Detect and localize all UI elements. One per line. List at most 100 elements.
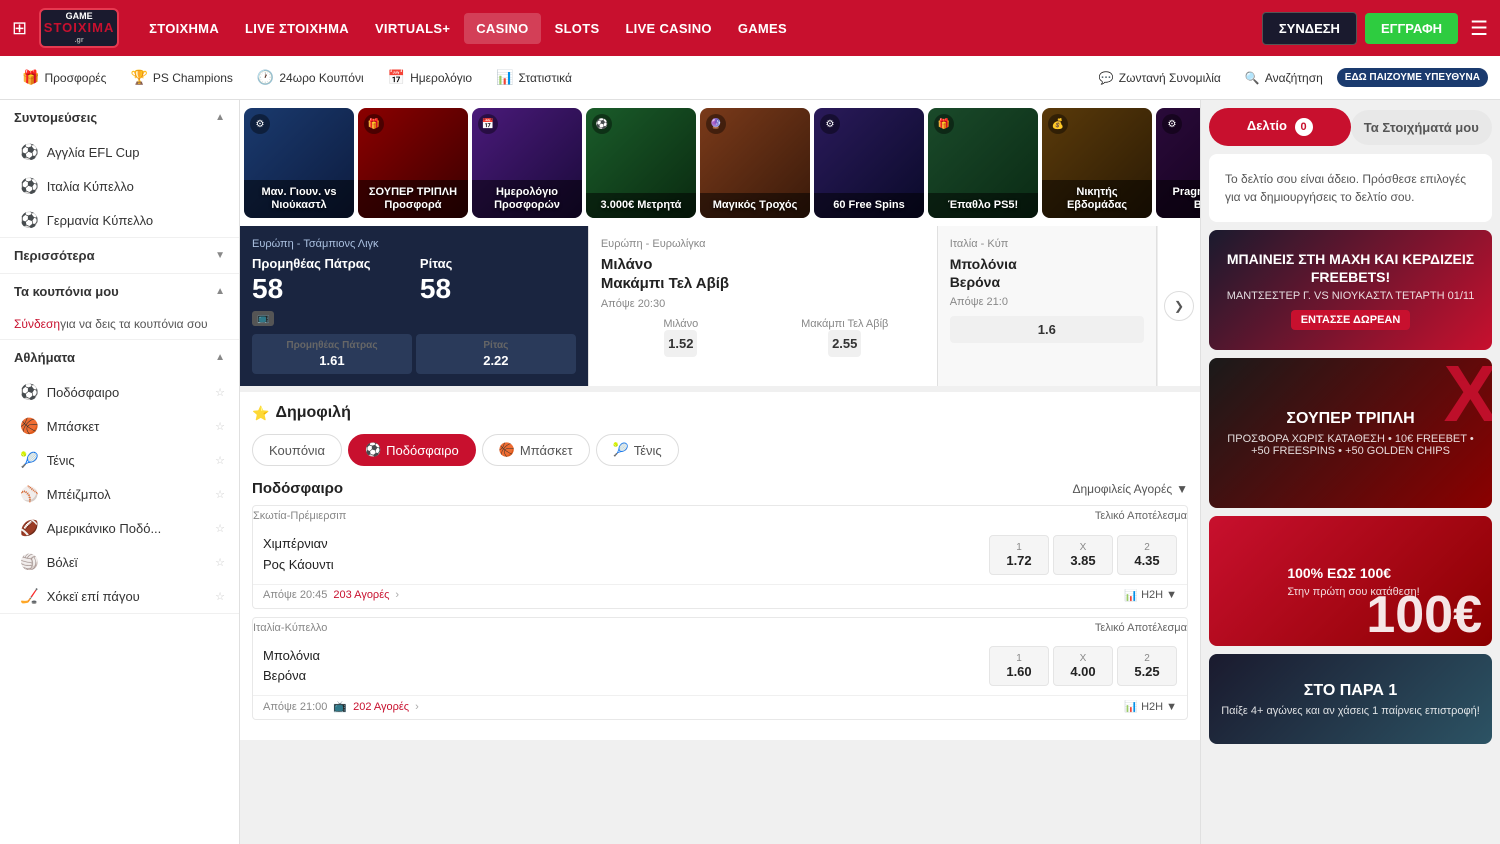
tab-football[interactable]: ⚽ Ποδόσφαιρο	[348, 434, 476, 466]
match2-odd1-button[interactable]: 1.52	[664, 330, 697, 357]
nav-virtuals[interactable]: VIRTUALS+	[363, 13, 462, 44]
tab-football-label: Ποδόσφαιρο	[386, 443, 459, 458]
sports-header[interactable]: Αθλήματα ▲	[0, 340, 239, 375]
promo-100-text: 100% ΕΩΣ 100€ Στην πρώτη σου κατάθεση!	[1271, 554, 1429, 608]
carousel-icon-6: 🎁	[934, 114, 954, 134]
sport-volleyball[interactable]: 🏐 Βόλεϊ ☆	[0, 545, 239, 579]
star-icon-1[interactable]: ☆	[215, 420, 225, 433]
h2h-button-1[interactable]: 📊 H2H ▼	[1124, 589, 1177, 602]
shortcut-efl-cup[interactable]: ⚽ Αγγλία EFL Cup	[0, 135, 239, 169]
carousel-item-ps5[interactable]: 🎁 Έπαθλο PS5!	[928, 108, 1038, 218]
promo-para1[interactable]: ΣΤΟ ΠΑΡΑ 1 Παίξε 4+ αγώνες και αν χάσεις…	[1209, 654, 1492, 744]
tab-coupons[interactable]: Κουπόνια	[252, 434, 342, 466]
nav-live-stoixima[interactable]: LIVE ΣΤΟΙΧΗΜΑ	[233, 13, 361, 44]
popular-markets-button[interactable]: Δημοφιλείς Αγορές ▼	[1072, 482, 1188, 496]
star-icon-3[interactable]: ☆	[215, 488, 225, 501]
shortcuts-section: Συντομεύσεις ▲ ⚽ Αγγλία EFL Cup ⚽ Ιταλία…	[0, 100, 239, 238]
promo-ps-title: ΜΠΑΙΝΕΙΣ ΣΤΗ ΜΑΧΗ ΚΑΙ ΚΕΡΔΙΖΕΙΣ FREEBETS…	[1219, 250, 1482, 286]
arrow-markets-2[interactable]: ›	[415, 701, 419, 713]
live-chat-button[interactable]: 💬 Ζωντανή Συνομιλία	[1089, 65, 1231, 91]
nav-statistics[interactable]: 📊 Στατιστικά	[486, 63, 582, 92]
match3-odd1-button[interactable]: 1.6	[950, 316, 1144, 343]
american-football-icon: 🏈	[20, 519, 39, 537]
promo-100-subtitle: Στην πρώτη σου κατάθεση!	[1287, 586, 1419, 598]
tab-tennis-label: Τένις	[634, 443, 662, 458]
betslip-tab-active[interactable]: Δελτίο 0	[1209, 108, 1351, 146]
promo-ps-champions[interactable]: ΜΠΑΙΝΕΙΣ ΣΤΗ ΜΑΧΗ ΚΑΙ ΚΕΡΔΙΖΕΙΣ FREEBETS…	[1209, 230, 1492, 350]
sport-baseball[interactable]: ⚾ Μπέιζμπολ ☆	[0, 477, 239, 511]
tab-basketball[interactable]: 🏀 Μπάσκετ	[482, 434, 590, 466]
sport-basketball[interactable]: 🏀 Μπάσκετ ☆	[0, 409, 239, 443]
shortcut-germany-cup[interactable]: ⚽ Γερμανία Κύπελλο	[0, 203, 239, 237]
carousel-item-offer-calendar[interactable]: 📅 Ημερολόγιο Προσφορών	[472, 108, 582, 218]
sport-ice-hockey[interactable]: 🏒 Χόκεϊ επί πάγου ☆	[0, 579, 239, 613]
match2-odd2-button[interactable]: 2.55	[828, 330, 861, 357]
odd-1-3[interactable]: 2 4.35	[1117, 535, 1177, 575]
nav-ps-champions[interactable]: 🏆 PS Champions	[120, 63, 242, 92]
promo-triple-title: ΣΟΥΠΕΡ ΤΡΙΠΛΗ	[1219, 409, 1482, 430]
more-header[interactable]: Περισσότερα ▼	[0, 238, 239, 273]
promo-super-triple[interactable]: X ΣΟΥΠΕΡ ΤΡΙΠΛΗ ΠΡΟΣΦΟΡΑ ΧΩΡΙΣ ΚΑΤΑΘΕΣΗ …	[1209, 358, 1492, 508]
shortcuts-header[interactable]: Συντομεύσεις ▲	[0, 100, 239, 135]
hamburger-icon[interactable]: ☰	[1470, 16, 1488, 41]
coupons-header[interactable]: Τα κουπόνια μου ▲	[0, 274, 239, 309]
match-team2-1: Ρος Κάουντι	[263, 555, 981, 576]
grid-icon[interactable]: ⊞	[12, 18, 27, 39]
sport-football[interactable]: ⚽ Ποδόσφαιρο ☆	[0, 375, 239, 409]
shortcut-italy-cup[interactable]: ⚽ Ιταλία Κύπελλο	[0, 169, 239, 203]
carousel-item-pragmatic[interactable]: ⚙ Pragmatic Buy Bonus	[1156, 108, 1200, 218]
h2h-button-2[interactable]: 📊 H2H ▼	[1124, 700, 1177, 713]
nav-slots[interactable]: SLOTS	[543, 13, 612, 44]
shortcuts-title: Συντομεύσεις	[14, 110, 97, 125]
nav-games[interactable]: GAMES	[726, 13, 799, 44]
betslip-tab-my-bets[interactable]: Τα Στοιχήματά μου	[1351, 110, 1493, 145]
carousel-item-super-triple[interactable]: 🎁 ΣΟΥΠΕΡ ΤΡΙΠΛΗ Προσφορά	[358, 108, 468, 218]
sport-tennis[interactable]: 🎾 Τένις ☆	[0, 443, 239, 477]
nav-casino[interactable]: CASINO	[464, 13, 540, 44]
carousel-icon-3: ⚽	[592, 114, 612, 134]
odd-1-1[interactable]: 1 1.72	[989, 535, 1049, 575]
tab-tennis-icon: 🎾	[613, 442, 629, 458]
carousel-item-winner[interactable]: 💰 Νικητής Εβδομάδας	[1042, 108, 1152, 218]
nav-offers[interactable]: 🎁 Προσφορές	[12, 63, 116, 92]
star-icon-4[interactable]: ☆	[215, 522, 225, 535]
promo-triple-text: ΣΟΥΠΕΡ ΤΡΙΠΛΗ ΠΡΟΣΦΟΡΑ ΧΩΡΙΣ ΚΑΤΑΘΕΣΗ • …	[1209, 399, 1492, 468]
odd-2-3[interactable]: 2 5.25	[1117, 646, 1177, 686]
match-cards-next-button[interactable]: ❯	[1164, 291, 1194, 321]
search-button[interactable]: 🔍 Αναζήτηση	[1235, 65, 1333, 91]
markets-link-2[interactable]: 202 Αγορές	[353, 701, 409, 713]
nav-calendar[interactable]: 📅 Ημερολόγιο	[378, 63, 482, 92]
carousel-item-3000[interactable]: ⚽ 3.000€ Μετρητά	[586, 108, 696, 218]
match1-odd2-button[interactable]: Ρίτας 2.22	[416, 334, 576, 374]
nav-live-casino[interactable]: LIVE CASINO	[613, 13, 723, 44]
promo-100[interactable]: 100% ΕΩΣ 100€ Στην πρώτη σου κατάθεση! 1…	[1209, 516, 1492, 646]
tab-football-icon: ⚽	[365, 442, 381, 458]
coupon-login-link[interactable]: Σύνδεση	[14, 317, 60, 331]
star-icon-6[interactable]: ☆	[215, 590, 225, 603]
login-button[interactable]: ΣΥΝΔΕΣΗ	[1262, 12, 1357, 45]
tab-tennis[interactable]: 🎾 Τένις	[596, 434, 679, 466]
odd-2-2[interactable]: Χ 4.00	[1053, 646, 1113, 686]
promo-triple-subtitle: ΠΡΟΣΦΟΡΑ ΧΩΡΙΣ ΚΑΤΑΘΕΣΗ • 10€ FREEBET • …	[1219, 433, 1482, 457]
star-icon-5[interactable]: ☆	[215, 556, 225, 569]
markets-link-1[interactable]: 203 Αγορές	[333, 589, 389, 601]
star-icon-2[interactable]: ☆	[215, 454, 225, 467]
nav-stoixima[interactable]: ΣΤΟΙΧΗΜΑ	[137, 13, 231, 44]
logo[interactable]: GAME STOIXIMA .gr	[39, 8, 119, 48]
register-button[interactable]: ΕΓΓΡΑΦΗ	[1365, 13, 1458, 44]
carousel-item-free-spins[interactable]: ⚙ 60 Free Spins	[814, 108, 924, 218]
nav-ps-champions-label: PS Champions	[153, 71, 233, 85]
arrow-markets-1[interactable]: ›	[395, 589, 399, 601]
odds-group-1: 1 1.72 Χ 3.85 2 4.35	[989, 535, 1177, 575]
promo-ps-cta[interactable]: ΕΝΤΑΣΣΕ ΔΩΡΕΑΝ	[1291, 310, 1411, 330]
odd-1-2[interactable]: Χ 3.85	[1053, 535, 1113, 575]
carousel-item-magic-wheel[interactable]: 🔮 Μαγικός Τροχός	[700, 108, 810, 218]
carousel-label-6: Έπαθλο PS5!	[934, 199, 1032, 212]
carousel-item-ps-champs[interactable]: ⚙ Μαν. Γιουν. vs Νιούκαστλ	[244, 108, 354, 218]
sport-american-football[interactable]: 🏈 Αμερικάνικο Ποδό... ☆	[0, 511, 239, 545]
betslip-badge: 0	[1295, 118, 1313, 136]
odd-2-1[interactable]: 1 1.60	[989, 646, 1049, 686]
match1-odd1-button[interactable]: Προμηθέας Πάτρας 1.61	[252, 334, 412, 374]
nav-24h-coupon[interactable]: 🕐 24ωρο Κουπόνι	[247, 63, 374, 92]
star-icon-0[interactable]: ☆	[215, 386, 225, 399]
